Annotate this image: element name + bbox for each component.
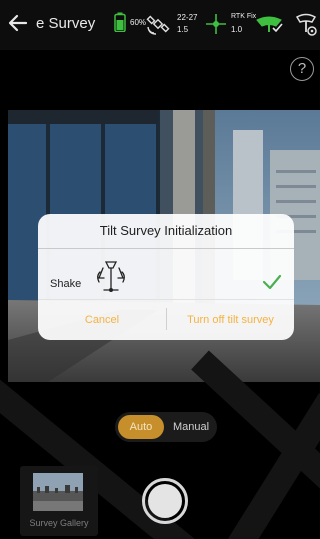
rtk-status: RTK Fix [231, 13, 257, 20]
shutter-inner [148, 484, 182, 518]
mode-manual-button[interactable]: Manual [167, 415, 215, 439]
status-bar: e Survey 60% 22-27 1.5 RTK Fix 1.0 [0, 0, 320, 50]
gallery-thumbnail [33, 473, 83, 511]
rtk-accuracy: 1.0 [231, 25, 243, 34]
mode-auto-button[interactable]: Auto [118, 415, 164, 439]
rtk-antenna-icon [206, 14, 226, 34]
satellite-count: 22-27 [177, 13, 198, 22]
survey-gallery-button[interactable]: Survey Gallery [20, 466, 98, 536]
shake-pole-icon [97, 261, 125, 292]
battery-level: 60% [130, 18, 147, 27]
device-settings-icon[interactable] [294, 10, 318, 38]
receiver-icon[interactable] [254, 12, 284, 34]
tilt-init-dialog: Tilt Survey Initialization Shake Cancel … [38, 214, 294, 340]
turn-off-tilt-button[interactable]: Turn off tilt survey [167, 300, 294, 340]
help-button[interactable]: ? [290, 57, 314, 81]
cancel-button[interactable]: Cancel [38, 300, 166, 340]
dialog-title: Tilt Survey Initialization [99, 223, 233, 238]
mode-toggle: Auto Manual [115, 412, 217, 442]
satellite-icon[interactable] [146, 12, 170, 36]
shake-label: Shake [50, 278, 82, 290]
gallery-label: Survey Gallery [29, 518, 89, 528]
back-arrow-icon[interactable] [6, 11, 30, 35]
shutter-button[interactable] [142, 478, 188, 524]
battery-icon [114, 12, 126, 32]
pdop-value: 1.5 [177, 25, 189, 34]
page-title: e Survey [36, 15, 96, 32]
checkmark-icon [262, 274, 282, 290]
shake-row: Shake [38, 249, 294, 299]
